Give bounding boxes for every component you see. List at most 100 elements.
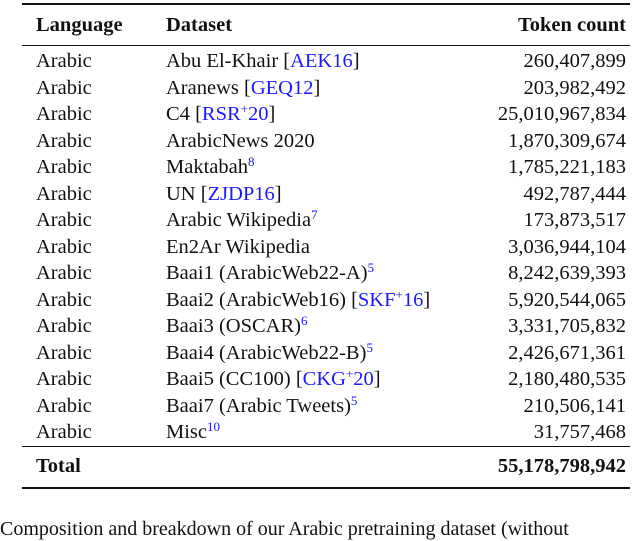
citation-link[interactable]: GEQ12: [251, 77, 314, 99]
cell-language: Arabic: [36, 341, 92, 364]
bracket-close: ]: [423, 288, 431, 311]
dataset-name: Maktabah: [166, 156, 248, 178]
cell-dataset: Abu El-Khair [AEK16]: [166, 46, 475, 75]
dataset-name: C4: [166, 103, 196, 125]
table-body: Arabic Abu El-Khair [AEK16] 260,407,899 Ara…: [22, 46, 630, 447]
citation-year: 20: [247, 103, 269, 125]
dataset-name: Baai4 (ArabicWeb22-B): [166, 341, 367, 364]
cell-token-count: 3,036,944,104: [508, 235, 626, 258]
cell-language: Arabic: [36, 103, 92, 125]
table-row: Arabic UN [ZJDP16] 492,787,444: [22, 181, 630, 208]
cell-language: Arabic: [36, 129, 92, 152]
dataset-name: En2Ar Wikipedia: [166, 235, 310, 258]
total-label: Total: [22, 445, 166, 487]
total-empty-cell: [166, 445, 476, 487]
cell-token-count: 31,757,468: [533, 421, 626, 443]
total-token-count: 55,178,798,942: [475, 445, 630, 487]
footnote-marker[interactable]: 5: [351, 393, 358, 408]
cell-language: Arabic: [36, 421, 92, 443]
citation-link[interactable]: SKF+16: [357, 286, 423, 311]
cell-language: Arabic: [36, 368, 92, 390]
cell-token-count: 2,426,671,361: [508, 341, 626, 364]
bracket-open: [: [200, 182, 208, 205]
table-row: Arabic Maktabah8 1,785,221,183: [22, 154, 630, 181]
dataset-table-container: Language Dataset Token count Arabic Abu E…: [22, 3, 630, 489]
cell-language: Arabic: [36, 288, 92, 311]
footnote-marker[interactable]: 5: [368, 260, 375, 275]
cell-token-count: 5,920,544,065: [508, 288, 626, 311]
cell-dataset: Aranews [GEQ12]: [166, 75, 475, 102]
cell-token-count: 25,010,967,834: [497, 103, 626, 125]
citation-link[interactable]: AEK16: [290, 50, 353, 72]
citation-key: RSR: [201, 103, 241, 125]
cell-token-count: 260,407,899: [523, 50, 627, 72]
bracket-close: ]: [373, 368, 381, 390]
table-row: Arabic Baai4 (ArabicWeb22-B)5 2,426,671,36…: [22, 340, 630, 367]
dataset-name: Misc: [166, 421, 207, 443]
cell-token-count: 173,873,517: [523, 209, 627, 231]
bracket-close: ]: [352, 50, 360, 72]
cell-language: Arabic: [36, 76, 92, 99]
citation-plus-superscript: +: [395, 286, 403, 302]
cell-dataset: En2Ar Wikipedia: [166, 234, 475, 261]
dataset-table: Language Dataset Token count Arabic Abu E…: [22, 5, 630, 487]
table-row: Arabic En2Ar Wikipedia 3,036,944,104: [22, 234, 630, 261]
cell-dataset: Maktabah8: [166, 154, 475, 181]
cell-dataset: UN [ZJDP16]: [166, 181, 475, 208]
table-caption: Composition and breakdown of our Arabic …: [0, 518, 569, 540]
cell-dataset: ArabicNews 2020: [166, 128, 475, 155]
footnote-marker[interactable]: 7: [311, 207, 318, 222]
citation-link[interactable]: RSR+20: [201, 102, 269, 125]
cell-dataset: Baai5 (CC100) [CKG+20]: [166, 366, 475, 393]
cell-language: Arabic: [36, 182, 92, 205]
table-row: Arabic C4 [RSR+20] 25,010,967,834: [22, 101, 630, 128]
dataset-name: Baai2 (ArabicWeb16): [166, 288, 352, 311]
bracket-open: [: [195, 103, 202, 125]
footnote-marker[interactable]: 5: [366, 340, 373, 355]
bracket-close: ]: [268, 103, 276, 125]
cell-token-count: 1,870,309,674: [508, 129, 626, 152]
header-language: Language: [22, 5, 166, 46]
citation-year: 20: [353, 368, 374, 390]
dataset-name: Aranews: [166, 76, 244, 99]
bracket-open: [: [295, 368, 303, 390]
cell-language: Arabic: [36, 50, 92, 72]
bracket-close: ]: [313, 76, 321, 99]
footnote-marker[interactable]: 8: [248, 154, 255, 169]
cell-dataset: Misc10: [166, 419, 475, 446]
total-row: Total 55,178,798,942: [22, 445, 630, 487]
dataset-name: UN: [166, 182, 201, 205]
cell-dataset: Baai4 (ArabicWeb22-B)5: [166, 340, 475, 367]
cell-token-count: 1,785,221,183: [508, 156, 626, 178]
table-row: Arabic Baai3 (OSCAR)6 3,331,705,832: [22, 313, 630, 340]
dataset-name: Baai1 (ArabicWeb22-A): [166, 262, 368, 284]
dataset-name: Baai3 (OSCAR): [166, 315, 301, 337]
citation-key: SKF: [357, 288, 396, 311]
table-row: Arabic Baai5 (CC100) [CKG+20] 2,180,480,53…: [22, 366, 630, 393]
bracket-close: ]: [274, 182, 282, 205]
cell-language: Arabic: [36, 209, 92, 231]
header-row: Language Dataset Token count: [22, 5, 630, 46]
citation-key: GEQ12: [250, 76, 314, 99]
cell-token-count: 2,180,480,535: [508, 368, 626, 390]
table-row: Arabic Baai7 (Arabic Tweets)5 210,506,141: [22, 393, 630, 420]
cell-token-count: 492,787,444: [523, 182, 627, 205]
dataset-name: Baai5 (CC100): [166, 368, 296, 390]
table-row: Arabic Misc10 31,757,468: [22, 419, 630, 446]
footnote-marker[interactable]: 10: [207, 419, 220, 434]
cell-language: Arabic: [36, 262, 92, 284]
bracket-open: [: [244, 76, 251, 99]
bottom-rule: [22, 486, 630, 489]
citation-link[interactable]: ZJDP16: [208, 183, 275, 205]
header-dataset: Dataset: [166, 5, 476, 46]
footnote-marker[interactable]: 6: [301, 313, 308, 328]
table-row: Arabic Baai1 (ArabicWeb22-A)5 8,242,639,39…: [22, 260, 630, 287]
cell-token-count: 3,331,705,832: [508, 315, 626, 337]
citation-key: AEK16: [290, 50, 353, 72]
cell-token-count: 203,982,492: [523, 76, 627, 99]
table-row: Arabic Baai2 (ArabicWeb16) [SKF+16] 5,920,…: [22, 287, 630, 314]
citation-link[interactable]: CKG+20: [302, 367, 374, 390]
table-row: Arabic Abu El-Khair [AEK16] 260,407,899: [22, 46, 630, 75]
table-row: Arabic Aranews [GEQ12] 203,982,492: [22, 75, 630, 102]
citation-key: CKG: [302, 368, 346, 390]
